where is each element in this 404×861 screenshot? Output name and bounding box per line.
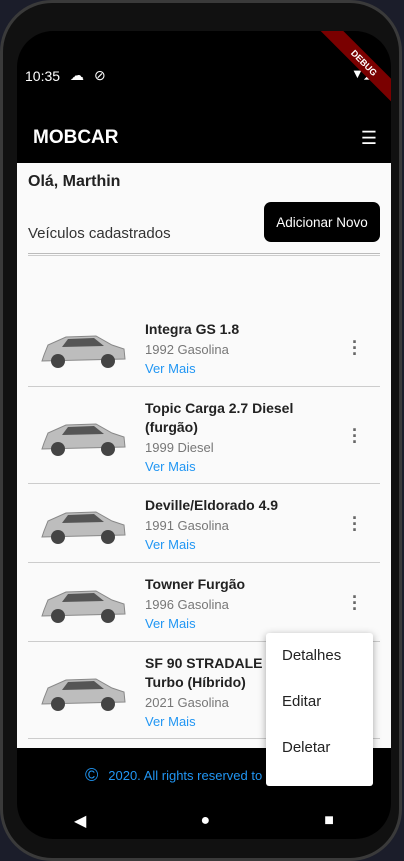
footer-text: 2020. All rights reserved to — [108, 768, 263, 783]
vehicle-name: Topic Carga 2.7 Diesel (furgão) — [145, 400, 294, 435]
cloud-icon: ☁ — [70, 67, 85, 83]
greeting: Olá, Marthin — [28, 173, 121, 190]
more-vert-icon[interactable]: ··· — [352, 333, 358, 363]
vehicle-row: Deville/Eldorado 4.9 1991 Gasolina Ver M… — [28, 484, 380, 563]
vehicle-name: Integra GS 1.8 — [145, 321, 240, 337]
vehicle-name: Deville/Eldorado 4.9 — [145, 497, 279, 513]
vehicle-meta: 1991 Gasolina — [145, 518, 229, 533]
more-vert-icon[interactable]: ··· — [352, 421, 358, 451]
menu-item-editar[interactable]: Editar — [266, 679, 373, 725]
vehicle-row: Integra GS 1.8 1992 Gasolina Ver Mais · ·… — [28, 308, 380, 387]
add-new-button[interactable]: Adicionar Novo — [264, 202, 380, 242]
status-time: 10:35 — [25, 67, 61, 84]
car-image — [38, 580, 128, 626]
app-title: MOBCAR — [33, 127, 119, 148]
system-nav-bar: ◀ ● ■ — [17, 803, 391, 839]
vehicle-info: Towner Furgão 1996 Gasolina Ver Mais — [145, 575, 335, 631]
home-icon[interactable]: ● — [200, 812, 210, 830]
ver-mais-link[interactable]: Ver Mais — [145, 616, 335, 631]
vehicle-meta: 1999 Diesel — [145, 440, 214, 455]
car-image — [38, 413, 128, 459]
ver-mais-link[interactable]: Ver Mais — [145, 361, 335, 376]
car-image — [38, 668, 128, 714]
back-icon[interactable]: ◀ — [74, 811, 86, 831]
popup-menu: Detalhes Editar Deletar — [266, 633, 373, 786]
more-vert-icon[interactable]: ··· — [352, 509, 358, 539]
vehicle-info: Integra GS 1.8 1992 Gasolina Ver Mais — [145, 320, 335, 376]
menu-open-icon[interactable]: ☰ — [361, 128, 377, 149]
car-image — [38, 501, 128, 547]
vehicle-row: 2005 Diesel Ver Mais ··· — [28, 254, 380, 256]
menu-item-detalhes[interactable]: Detalhes — [266, 633, 373, 679]
more-vert-icon[interactable]: ··· — [352, 588, 358, 618]
vehicle-info: Deville/Eldorado 4.9 1991 Gasolina Ver M… — [145, 496, 335, 552]
vehicle-meta: 1992 Gasolina — [145, 342, 229, 357]
sync-off-icon: ⊘ — [94, 67, 106, 83]
section-title: Veículos cadastrados — [28, 225, 171, 242]
menu-item-deletar[interactable]: Deletar — [266, 725, 373, 771]
recents-icon[interactable]: ■ — [324, 812, 334, 830]
vehicle-row: Topic Carga 2.7 Diesel (furgão) 1999 Die… — [28, 387, 380, 484]
copyright-icon: © — [85, 765, 99, 785]
status-bar: 10:35 ☁ ⊘ — [25, 67, 106, 84]
vehicle-name: Towner Furgão — [145, 576, 246, 592]
vehicle-row: Towner Furgão 1996 Gasolina Ver Mais · · · — [28, 563, 380, 642]
ver-mais-link[interactable]: Ver Mais — [145, 537, 335, 552]
vehicle-info: Topic Carga 2.7 Diesel (furgão) 1999 Die… — [145, 399, 335, 474]
vehicle-meta: 1996 Gasolina — [145, 597, 229, 612]
car-image — [38, 325, 128, 371]
ver-mais-link[interactable]: Ver Mais — [145, 459, 335, 474]
